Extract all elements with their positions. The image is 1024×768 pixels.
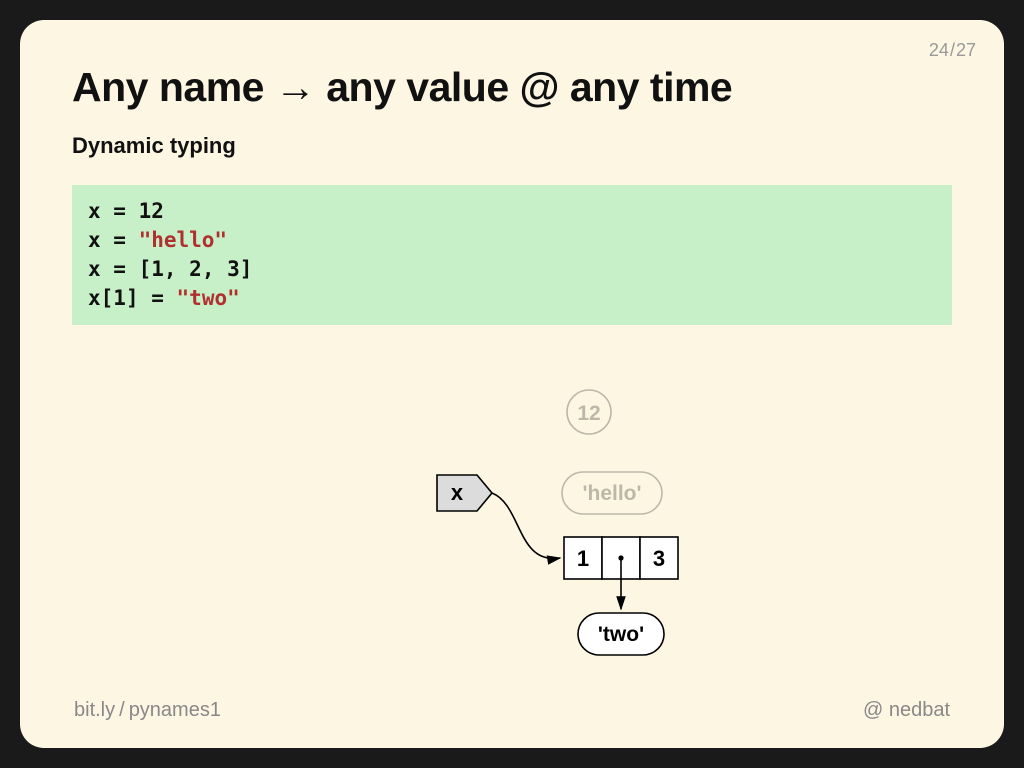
- code-block: x = 12 x = "hello" x = [1, 2, 3] x[1] = …: [72, 185, 952, 325]
- code-line2-val: "hello": [139, 228, 228, 252]
- page-counter: 24/27: [929, 40, 976, 61]
- list-cell-0: 1: [577, 546, 589, 571]
- code-line3-v3: 3: [227, 257, 240, 281]
- ref-str-label: 'two': [598, 623, 644, 646]
- code-line3-v1: 1: [151, 257, 164, 281]
- code-line4-idx: 1: [113, 286, 126, 310]
- slide: 24/27 Any name → any value @ any time Dy…: [20, 20, 1004, 748]
- code-line1-lhs: x =: [88, 199, 139, 223]
- footer-right: @ nedbat: [863, 699, 950, 722]
- footer-at: @: [863, 699, 883, 721]
- footer: bit.ly/pynames1 @ nedbat: [74, 699, 950, 722]
- faded-str-label: 'hello': [583, 482, 642, 505]
- code-line4-lhs: x[: [88, 286, 113, 310]
- footer-sep: /: [119, 699, 125, 721]
- faded-int-node: 12: [567, 390, 611, 434]
- footer-domain: bit.ly: [74, 699, 115, 721]
- faded-str-node: 'hello': [562, 472, 662, 514]
- list-cell-2: 3: [653, 546, 665, 571]
- diagram-svg: x 12 'hello' 1 3: [72, 365, 952, 665]
- name-tag-label: x: [451, 480, 464, 505]
- footer-left: bit.ly/pynames1: [74, 699, 221, 722]
- code-line1-val: 12: [139, 199, 164, 223]
- code-line3-s1: ,: [164, 257, 189, 281]
- page-slash: /: [950, 40, 955, 60]
- code-line2-lhs: x =: [88, 228, 139, 252]
- code-line3-lhs: x = [: [88, 257, 151, 281]
- footer-handle: nedbat: [889, 699, 950, 721]
- name-tag: x: [437, 475, 492, 511]
- ref-str-node: 'two': [578, 613, 664, 655]
- slide-title: Any name → any value @ any time: [72, 64, 952, 111]
- diagram: x 12 'hello' 1 3: [72, 365, 952, 665]
- code-line4-mid: ] =: [126, 286, 177, 310]
- footer-path: pynames1: [129, 699, 221, 721]
- code-line4-val: "two": [177, 286, 240, 310]
- code-line3-v2: 2: [189, 257, 202, 281]
- slide-subtitle: Dynamic typing: [72, 133, 952, 159]
- arrow-name-to-list: [492, 493, 560, 559]
- faded-int-label: 12: [577, 402, 600, 425]
- page-current: 24: [929, 40, 949, 60]
- code-line3-close: ]: [240, 257, 253, 281]
- code-line3-s2: ,: [202, 257, 227, 281]
- list-cell-1-dot: [618, 555, 623, 560]
- page-total: 27: [956, 40, 976, 60]
